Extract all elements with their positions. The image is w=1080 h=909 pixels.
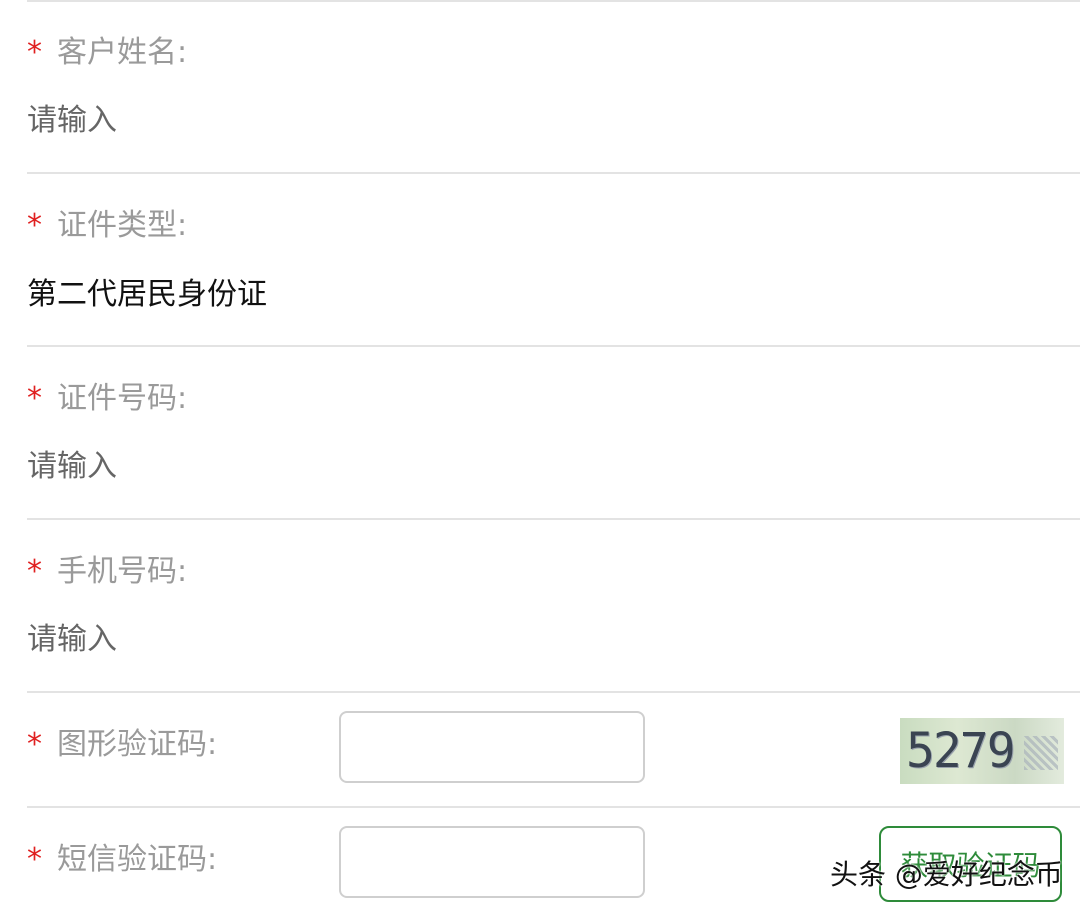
phone-label: 手机号码: <box>57 554 188 589</box>
captcha-noise <box>1024 736 1058 770</box>
required-mark: * <box>27 554 42 589</box>
required-mark: * <box>27 35 42 70</box>
required-mark: * <box>27 208 42 243</box>
image-captcha-label-row: * 图形验证码: <box>27 730 217 760</box>
id-type-label: 证件类型: <box>57 208 188 243</box>
captcha-text: 5279 <box>906 723 1016 779</box>
id-number-input[interactable]: 请输入 <box>27 452 117 482</box>
sms-code-input[interactable] <box>339 826 645 898</box>
divider <box>27 806 1080 808</box>
sms-code-label: 短信验证码: <box>57 842 218 877</box>
sms-code-label-row: * 短信验证码: <box>27 845 217 875</box>
watermark: 头条 @爱好纪念币 <box>830 858 1063 891</box>
id-type-select[interactable]: 第二代居民身份证 <box>27 280 267 310</box>
customer-name-label-row: * 客户姓名: <box>27 38 187 68</box>
id-type-label-row: * 证件类型: <box>27 211 187 241</box>
customer-name-label: 客户姓名: <box>57 35 188 70</box>
divider <box>27 518 1080 520</box>
phone-input[interactable]: 请输入 <box>27 625 117 655</box>
phone-label-row: * 手机号码: <box>27 557 187 587</box>
top-divider <box>27 0 1080 2</box>
divider <box>27 345 1080 347</box>
required-mark: * <box>27 727 42 762</box>
image-captcha-label: 图形验证码: <box>57 727 218 762</box>
id-number-label-row: * 证件号码: <box>27 384 187 414</box>
required-mark: * <box>27 842 42 877</box>
image-captcha-input[interactable] <box>339 711 645 783</box>
captcha-image[interactable]: 5279 <box>900 718 1064 784</box>
required-mark: * <box>27 381 42 416</box>
customer-name-input[interactable]: 请输入 <box>27 106 117 136</box>
id-number-label: 证件号码: <box>57 381 188 416</box>
divider <box>27 172 1080 174</box>
divider <box>27 691 1080 693</box>
